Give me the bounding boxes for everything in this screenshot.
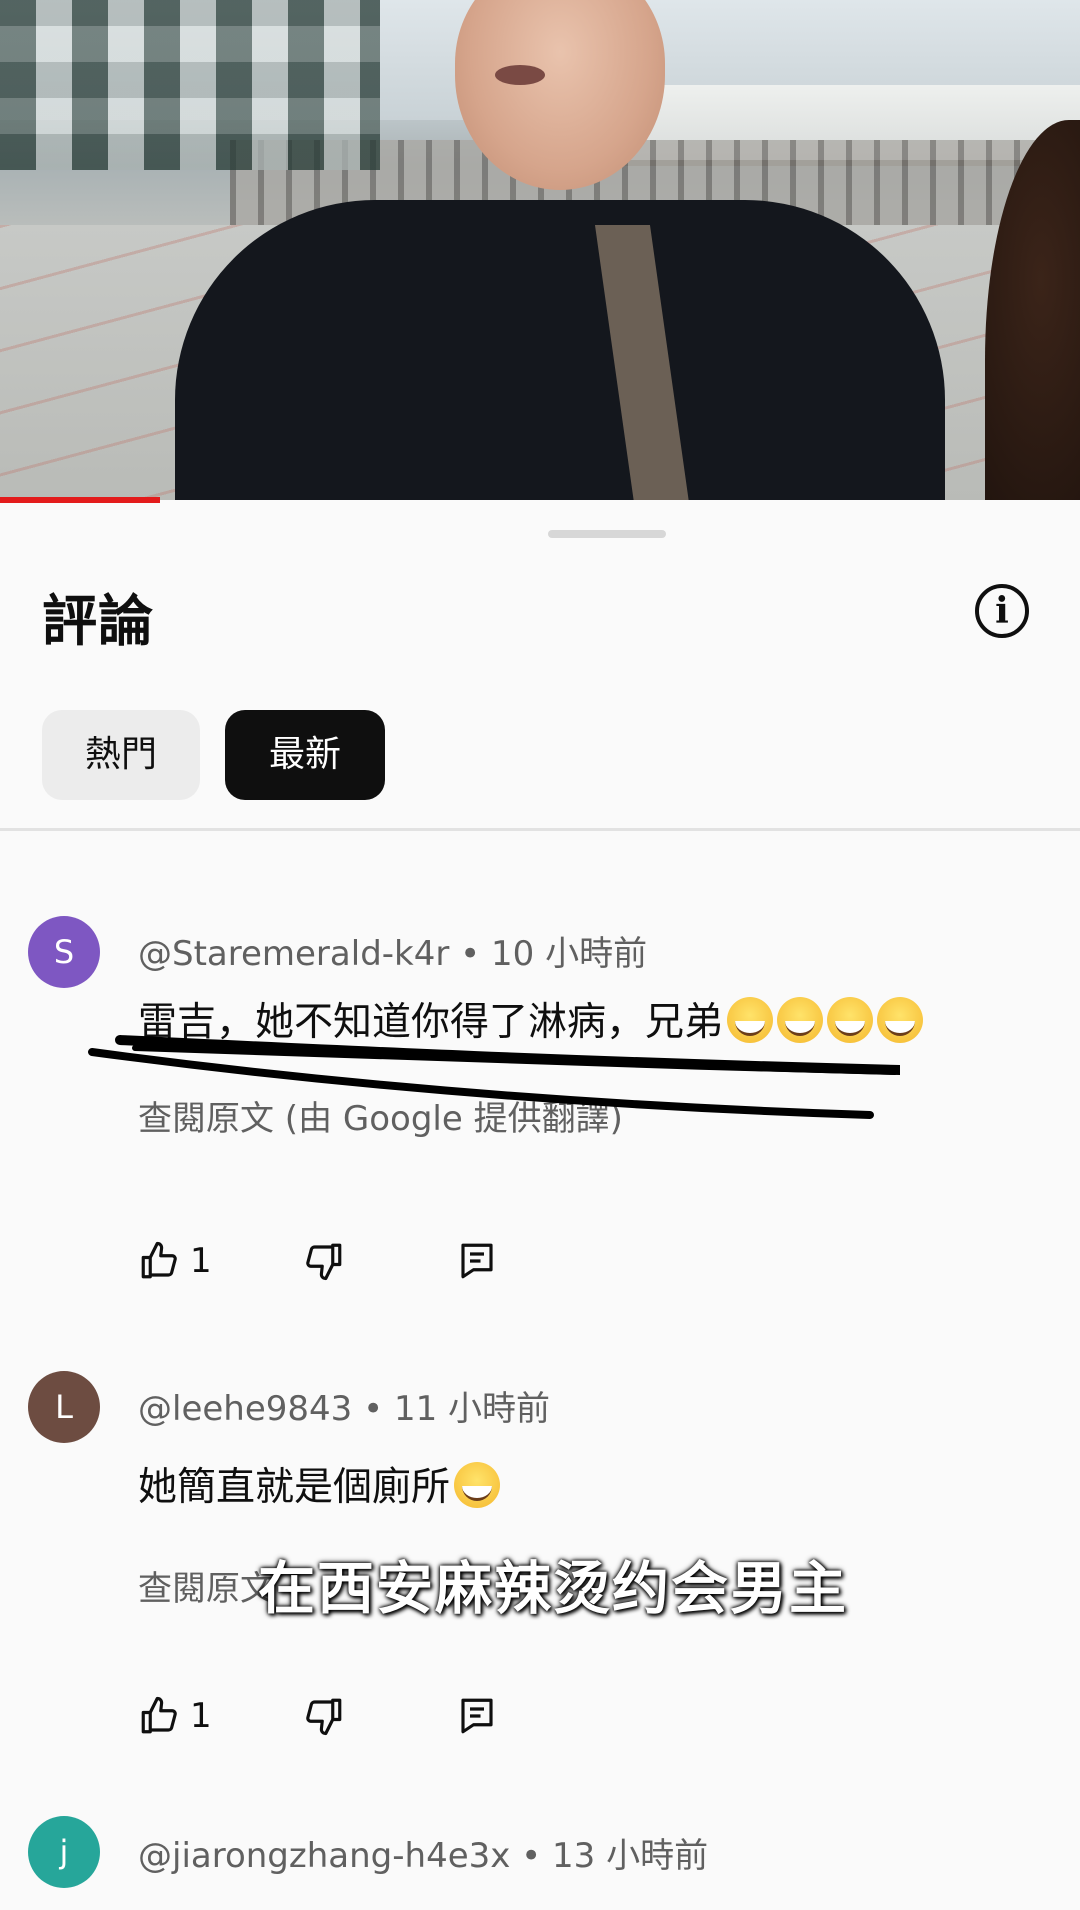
avatar[interactable]: S [28,916,100,988]
thumbs-up-icon [141,1696,177,1734]
like-count: 1 [190,1241,212,1281]
drag-handle[interactable] [548,530,666,538]
like-button[interactable]: 1 [138,1236,212,1286]
comment-text: 她簡直就是個廁所 [138,1465,451,1510]
reply-icon [461,1698,493,1734]
laughing-emoji-icon [827,997,874,1043]
see-original-link[interactable]: 查閱原文 [138,1561,274,1610]
comments-sheet: 評論 i 熱門 最新 S @Staremerald-k4r • 10 小時前 雷… [0,506,1080,1910]
video-person-shirt [175,200,945,500]
see-original-link[interactable]: 查閱原文 (由 Google 提供翻譯) [138,1091,623,1140]
like-button[interactable]: 1 [138,1691,212,1741]
thumbs-down-icon [306,1698,342,1736]
comment-meta: @Staremerald-k4r • 10 小時前 [138,934,648,974]
comment-text: 雷吉，她不知道你得了淋病，兄弟 [138,1000,724,1045]
reply-icon [461,1243,493,1279]
laughing-emoji-icon [877,997,924,1043]
dislike-button[interactable] [303,1236,345,1286]
reply-button[interactable] [456,1691,498,1741]
laughing-emoji-icon [777,997,824,1043]
video-person-mouth [495,65,545,85]
comments-title: 評論 [42,589,155,653]
laughing-emoji-icon [727,997,774,1043]
info-icon[interactable]: i [975,584,1029,638]
laughing-emoji-icon [454,1462,501,1508]
comment-meta: @leehe9843 • 11 小時前 [138,1389,551,1429]
divider [0,828,1080,831]
video-progress-bar[interactable] [0,497,160,503]
comment-text-row: 她簡直就是個廁所 [138,1456,501,1512]
comment-text-row: 雷吉，她不知道你得了淋病，兄弟 [138,991,924,1047]
thumbs-up-icon [141,1241,177,1279]
pixelated-region [0,0,380,170]
like-count: 1 [190,1696,212,1736]
overlay-caption: 在西安麻辣烫约会男主 [258,1556,848,1622]
avatar[interactable]: L [28,1371,100,1443]
filter-chip-top[interactable]: 熱門 [42,710,200,800]
dislike-button[interactable] [303,1691,345,1741]
avatar[interactable]: j [28,1816,100,1888]
video-player[interactable] [0,0,1080,500]
thumbs-down-icon [306,1243,342,1281]
comment-meta: @jiarongzhang-h4e3x • 13 小時前 [138,1836,709,1876]
filter-chip-newest[interactable]: 最新 [225,710,385,800]
reply-button[interactable] [456,1236,498,1286]
